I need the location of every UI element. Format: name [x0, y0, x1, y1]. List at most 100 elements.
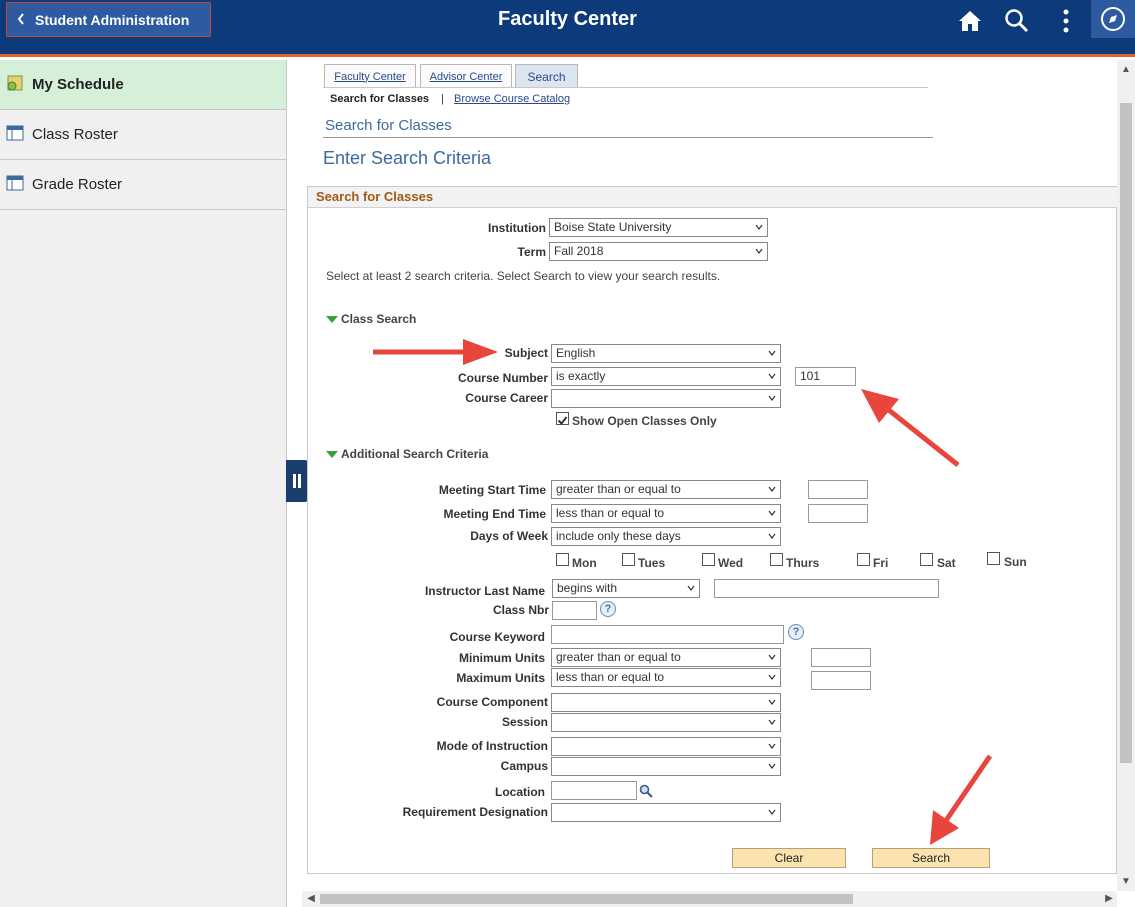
- meeting-start-input[interactable]: [808, 480, 868, 499]
- meeting-end-operator-select[interactable]: less than or equal to: [551, 504, 781, 523]
- course-career-select[interactable]: [551, 389, 781, 408]
- home-icon[interactable]: [955, 6, 985, 36]
- day-label-wed: Wed: [718, 556, 744, 570]
- min-units-input[interactable]: [811, 648, 871, 667]
- lookup-search-icon[interactable]: [639, 784, 653, 798]
- sidebar-item-class-roster[interactable]: Class Roster: [0, 110, 286, 160]
- location-input[interactable]: [551, 781, 637, 800]
- meeting-end-label: Meeting End Time: [443, 507, 546, 521]
- max-units-input[interactable]: [811, 671, 871, 690]
- class-nbr-input[interactable]: [552, 601, 597, 620]
- min-units-operator-select[interactable]: greater than or equal to: [551, 648, 781, 667]
- min-units-operator-value: greater than or equal to: [556, 650, 681, 664]
- more-options-icon[interactable]: [1051, 6, 1081, 36]
- instructor-label: Instructor Last Name: [424, 584, 545, 598]
- additional-criteria-header: Additional Search Criteria: [341, 447, 489, 461]
- session-select[interactable]: [551, 713, 781, 732]
- group-title: Search for Classes: [316, 189, 434, 204]
- search-button[interactable]: Search: [872, 848, 990, 868]
- horizontal-scrollbar-thumb[interactable]: [320, 894, 853, 904]
- chevron-down-icon: [768, 763, 776, 769]
- help-icon[interactable]: ?: [788, 624, 804, 640]
- day-label-thurs: Thurs: [786, 556, 820, 570]
- instructor-operator-value: begins with: [557, 581, 618, 595]
- course-number-operator-value: is exactly: [556, 369, 606, 383]
- day-label-tues: Tues: [638, 556, 666, 570]
- institution-select[interactable]: Boise State University: [549, 218, 768, 237]
- class-search-section-toggle[interactable]: Class Search: [326, 312, 416, 326]
- days-of-week-label: Days of Week: [470, 529, 548, 543]
- clear-button[interactable]: Clear: [732, 848, 846, 868]
- days-of-week-operator-select[interactable]: include only these days: [551, 527, 781, 546]
- day-checkbox-mon[interactable]: [556, 553, 569, 566]
- tab-faculty-center[interactable]: Faculty Center: [324, 64, 416, 88]
- day-checkbox-thurs[interactable]: [770, 553, 783, 566]
- scroll-left-arrow-icon[interactable]: ◀: [304, 893, 318, 904]
- sidebar-item-label: Class Roster: [32, 126, 118, 143]
- day-checkbox-tues[interactable]: [622, 553, 635, 566]
- page-title: Enter Search Criteria: [323, 148, 492, 168]
- subject-select[interactable]: English: [551, 344, 781, 363]
- collapse-sidebar-handle[interactable]: [286, 460, 308, 502]
- chevron-down-icon: [687, 585, 695, 591]
- browse-catalog-link[interactable]: Browse Course Catalog: [454, 93, 570, 105]
- term-value: Fall 2018: [554, 244, 604, 258]
- term-select[interactable]: Fall 2018: [549, 242, 768, 261]
- day-label-fri: Fri: [873, 556, 889, 570]
- open-classes-label: Show Open Classes Only: [572, 414, 717, 428]
- meeting-start-label: Meeting Start Time: [438, 483, 546, 497]
- schedule-icon: [6, 74, 24, 96]
- sidebar-item-grade-roster[interactable]: Grade Roster: [0, 160, 286, 210]
- meeting-start-operator-select[interactable]: greater than or equal to: [551, 480, 781, 499]
- chevron-down-icon: [768, 486, 776, 492]
- day-checkbox-fri[interactable]: [857, 553, 870, 566]
- chevron-down-icon: [768, 743, 776, 749]
- course-keyword-input[interactable]: [551, 625, 784, 644]
- instructor-last-name-input[interactable]: [714, 579, 939, 598]
- day-checkbox-sat[interactable]: [920, 553, 933, 566]
- session-label: Session: [501, 715, 548, 729]
- campus-label: Campus: [500, 759, 548, 773]
- additional-criteria-section-toggle[interactable]: Additional Search Criteria: [326, 447, 488, 461]
- navbar-compass-icon[interactable]: [1091, 0, 1135, 38]
- chevron-down-icon: [768, 533, 776, 539]
- max-units-label: Maximum Units: [456, 671, 545, 685]
- sidebar-item-my-schedule[interactable]: My Schedule: [0, 60, 286, 110]
- institution-label: Institution: [488, 221, 546, 235]
- search-icon[interactable]: [1002, 6, 1032, 36]
- chevron-down-icon: [768, 809, 776, 815]
- scroll-up-arrow-icon[interactable]: ▲: [1119, 64, 1133, 75]
- subnav-current-page: Search for Classes: [330, 93, 430, 105]
- day-checkbox-wed[interactable]: [702, 553, 715, 566]
- tab-search[interactable]: Search: [515, 64, 578, 88]
- chevron-down-icon: [768, 395, 776, 401]
- requirement-designation-select[interactable]: [551, 803, 781, 822]
- course-number-operator-select[interactable]: is exactly: [551, 367, 781, 386]
- help-icon[interactable]: ?: [600, 601, 616, 617]
- course-number-input[interactable]: 101: [795, 367, 856, 386]
- institution-value: Boise State University: [554, 220, 672, 234]
- subject-value: English: [556, 346, 596, 360]
- instructions-text: Select at least 2 search criteria. Selec…: [326, 269, 721, 283]
- day-checkbox-sun[interactable]: [987, 552, 1000, 565]
- course-component-select[interactable]: [551, 693, 781, 712]
- open-classes-checkbox[interactable]: [556, 412, 569, 425]
- instructor-operator-select[interactable]: begins with: [552, 579, 700, 598]
- subnav-separator: |: [441, 93, 444, 105]
- meeting-end-input[interactable]: [808, 504, 868, 523]
- chevron-down-icon: [768, 350, 776, 356]
- sidebar: My Schedule Class Roster Grade Roster: [0, 60, 287, 907]
- campus-select[interactable]: [551, 757, 781, 776]
- tab-advisor-center[interactable]: Advisor Center: [420, 64, 512, 88]
- scroll-down-arrow-icon[interactable]: ▼: [1119, 876, 1133, 887]
- max-units-operator-select[interactable]: less than or equal to: [551, 668, 781, 687]
- page-subtitle: Search for Classes: [325, 117, 452, 134]
- pause-icon: [293, 474, 301, 488]
- day-label-sat: Sat: [937, 556, 956, 570]
- mode-of-instruction-select[interactable]: [551, 737, 781, 756]
- day-label-sun: Sun: [1004, 555, 1027, 569]
- sidebar-item-label: Grade Roster: [32, 176, 123, 193]
- scroll-right-arrow-icon[interactable]: ▶: [1102, 893, 1116, 904]
- vertical-scrollbar-thumb[interactable]: [1120, 103, 1132, 763]
- min-units-label: Minimum Units: [459, 651, 545, 665]
